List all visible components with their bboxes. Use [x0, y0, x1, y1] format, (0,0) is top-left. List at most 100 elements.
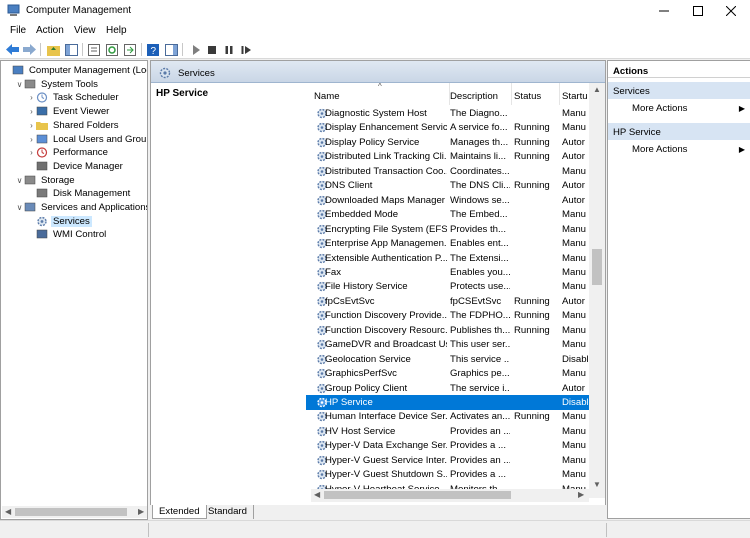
service-row[interactable]: Embedded Mode The Embed... Manu [306, 207, 605, 222]
tree-item[interactable]: ∨ Storage [15, 174, 77, 187]
chevron-down-icon[interactable]: ∨ [15, 80, 24, 89]
scroll-right-icon[interactable]: ▶ [138, 507, 144, 516]
tree-item[interactable]: › Performance [27, 146, 110, 159]
refresh-button[interactable] [104, 42, 120, 57]
tree-scroll-thumb[interactable] [15, 508, 127, 516]
service-description: Provides th... [450, 223, 506, 235]
up-level-button[interactable] [45, 42, 61, 57]
service-row[interactable]: HV Host Service Provides an ... Manu [306, 424, 605, 439]
tree-item[interactable]: WMI Control [27, 228, 108, 241]
scroll-left-icon[interactable]: ◀ [5, 507, 11, 516]
service-row[interactable]: GameDVR and Broadcast Us... This user ser… [306, 337, 605, 352]
scroll-right-icon[interactable]: ▶ [578, 490, 584, 499]
service-row[interactable]: HP Service Disabl [306, 395, 605, 410]
actions-section-services[interactable]: Services [608, 82, 750, 99]
service-row[interactable]: Hyper-V Data Exchange Ser... Provides a .… [306, 438, 605, 453]
more-actions-hp-service[interactable]: More Actions [632, 144, 687, 155]
service-row[interactable]: DNS Client The DNS Cli... Running Autor [306, 178, 605, 193]
tree-item[interactable]: ∨ Services and Applications [15, 201, 147, 214]
action-pane-button[interactable] [163, 42, 179, 57]
column-startup-type[interactable]: Startu [562, 91, 588, 102]
menu-help[interactable]: Help [106, 25, 127, 36]
computer-icon [12, 65, 24, 75]
chevron-down-icon[interactable]: ∨ [15, 176, 24, 185]
service-row[interactable]: Hyper-V Guest Service Inter... Provides a… [306, 453, 605, 468]
services-vertical-scrollbar[interactable]: ▲ ▼ [589, 83, 605, 498]
tree-item[interactable]: › Event Viewer [27, 105, 111, 118]
service-row[interactable]: Group Policy Client The service i... Autor [306, 381, 605, 396]
service-row[interactable]: Diagnostic System Host The Diagno... Manu [306, 106, 605, 121]
service-row[interactable]: Fax Enables you... Manu [306, 265, 605, 280]
chevron-right-icon[interactable]: › [27, 93, 36, 102]
column-name[interactable]: Name [314, 91, 340, 102]
tree-item[interactable]: ∨ System Tools [15, 78, 100, 91]
tree-item[interactable]: Services [27, 215, 92, 228]
stop-service-button[interactable] [204, 42, 220, 57]
more-actions-services[interactable]: More Actions [632, 103, 687, 114]
service-row[interactable]: Distributed Link Tracking Cli... Maintain… [306, 149, 605, 164]
column-status[interactable]: Status [514, 91, 541, 102]
chevron-right-icon[interactable]: › [27, 107, 36, 116]
service-row[interactable]: GraphicsPerfSvc Graphics pe... Manu [306, 366, 605, 381]
help-button[interactable]: ? [145, 42, 161, 57]
menu-view[interactable]: View [74, 25, 96, 36]
service-row[interactable]: Human Interface Device Ser... Activates a… [306, 409, 605, 424]
scroll-left-icon[interactable]: ◀ [314, 490, 320, 499]
chevron-right-icon[interactable]: › [27, 135, 36, 144]
service-row[interactable]: fpCsEvtSvc fpCSEvtSvc Running Autor [306, 294, 605, 309]
service-row[interactable]: Geolocation Service This service ... Disab… [306, 352, 605, 367]
back-button[interactable] [4, 42, 20, 57]
column-description[interactable]: Description [450, 91, 498, 102]
scroll-down-icon[interactable]: ▼ [593, 480, 601, 489]
start-service-button[interactable] [188, 42, 204, 57]
tree-item[interactable]: › Local Users and Groups [27, 133, 147, 146]
service-row[interactable]: Extensible Authentication P... The Extens… [306, 251, 605, 266]
sort-ascending-icon: ^ [378, 83, 382, 91]
tree-item[interactable]: Device Manager [27, 160, 125, 173]
service-description: Maintains li... [450, 151, 506, 163]
services-horizontal-scrollbar[interactable]: ◀ ▶ [311, 489, 589, 502]
service-row[interactable]: Hyper-V Guest Shutdown S... Provides a ..… [306, 467, 605, 482]
service-row[interactable]: Encrypting File System (EFS) Provides th.… [306, 222, 605, 237]
chevron-right-icon[interactable]: › [27, 148, 36, 157]
chevron-down-icon[interactable]: ∨ [15, 203, 24, 212]
service-row[interactable]: Downloaded Maps Manager Windows se... Auto… [306, 193, 605, 208]
tree-item[interactable]: › Task Scheduler [27, 91, 121, 104]
tree-item[interactable]: › Shared Folders [27, 119, 121, 132]
actions-section-hp-service[interactable]: HP Service [608, 123, 750, 140]
tree-item[interactable]: Disk Management [27, 187, 132, 200]
minimize-button[interactable] [645, 0, 683, 22]
tab-extended[interactable]: Extended [152, 505, 207, 519]
scroll-up-icon[interactable]: ▲ [593, 85, 601, 94]
restart-service-button[interactable] [238, 42, 254, 57]
service-row[interactable]: Function Discovery Resourc... Publishes t… [306, 323, 605, 338]
service-startup-type: Manu [562, 411, 586, 423]
service-row[interactable]: Display Policy Service Manages th... Runni… [306, 135, 605, 150]
service-row[interactable]: Distributed Transaction Coo... Coordinate… [306, 164, 605, 179]
service-row[interactable]: File History Service Protects use... Manu [306, 279, 605, 294]
menu-file[interactable]: File [10, 25, 26, 36]
properties-button[interactable] [86, 42, 102, 57]
tree-item[interactable]: Computer Management (Local [3, 64, 147, 77]
export-list-button[interactable] [122, 42, 138, 57]
menu-action[interactable]: Action [36, 25, 64, 36]
service-description: This user ser... [450, 339, 510, 351]
tree-horizontal-scrollbar[interactable]: ◀ ▶ [2, 506, 147, 518]
pause-service-button[interactable] [221, 42, 237, 57]
close-button[interactable] [712, 0, 750, 22]
forward-button[interactable] [21, 42, 37, 57]
service-description: Manages th... [450, 136, 509, 148]
services-hscroll-thumb[interactable] [324, 491, 511, 499]
service-status: Running [514, 310, 550, 322]
chevron-right-icon[interactable]: › [27, 121, 36, 130]
service-startup-type: Manu [562, 266, 586, 278]
service-name: Distributed Link Tracking Cli... [325, 151, 447, 163]
tree-item-label: WMI Control [53, 229, 107, 241]
service-row[interactable]: Function Discovery Provide... The FDPHO..… [306, 308, 605, 323]
services-scroll-thumb[interactable] [592, 249, 602, 285]
service-row[interactable]: Enterprise App Managemen... Enables ent..… [306, 236, 605, 251]
show-hide-tree-button[interactable] [63, 42, 79, 57]
tab-standard[interactable]: Standard [202, 505, 254, 519]
service-row[interactable]: Display Enhancement Service A service fo.… [306, 120, 605, 135]
service-name: Hyper-V Guest Service Inter... [325, 454, 447, 466]
